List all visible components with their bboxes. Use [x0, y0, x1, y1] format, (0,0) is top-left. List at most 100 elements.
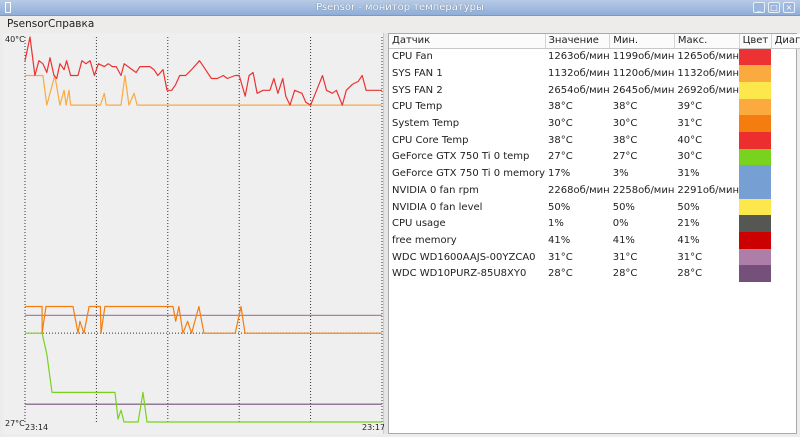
color-swatch[interactable]	[739, 215, 772, 233]
cell-color[interactable]	[739, 232, 772, 249]
cell-name: System Temp	[392, 118, 460, 130]
color-swatch[interactable]	[739, 265, 772, 283]
cell-color[interactable]	[739, 215, 772, 233]
col-max[interactable]: Макс.	[674, 34, 740, 49]
cell-value: 1%	[548, 218, 564, 230]
cell-color[interactable]	[739, 131, 772, 149]
menu-help[interactable]: Справка	[48, 18, 94, 30]
cell-max: 31°C	[677, 251, 703, 263]
cell-min: 38°C	[612, 101, 638, 113]
cell-color[interactable]	[739, 248, 772, 266]
cell-chart	[771, 232, 800, 249]
maximize-button[interactable]: □	[768, 2, 780, 13]
cell-name: WDC WD10PURZ-85U8XY0	[392, 268, 527, 280]
sensor-table: Датчик Значение Мин. Макс. Цвет Диаграмм…	[388, 33, 800, 434]
cell-color[interactable]	[739, 115, 772, 132]
table-row[interactable]: free memory 41% 41% 41%	[389, 232, 800, 249]
cell-name: CPU Fan	[392, 51, 433, 63]
cell-min: 28°C	[612, 268, 638, 280]
color-swatch[interactable]	[739, 232, 772, 249]
cell-color[interactable]	[739, 198, 772, 216]
cell-color[interactable]	[739, 182, 772, 199]
cell-value: 27°C	[548, 151, 573, 163]
cell-value: 1263об/мин	[548, 51, 610, 63]
sensor-graph: 40°C 27°C 23:14 23:17	[3, 33, 386, 434]
table-row[interactable]: NVIDIA 0 fan level 50% 50% 50%	[389, 198, 800, 216]
color-swatch[interactable]	[739, 198, 772, 216]
cell-name: NVIDIA 0 fan rpm	[392, 184, 479, 196]
col-color[interactable]: Цвет	[739, 34, 772, 49]
cell-color[interactable]	[739, 48, 772, 66]
cell-max: 40°C	[677, 134, 703, 146]
table-row[interactable]: CPU Core Temp 38°C 38°C 40°C ✓	[389, 131, 800, 149]
color-swatch[interactable]	[739, 165, 772, 182]
color-swatch[interactable]	[739, 65, 772, 82]
cell-color[interactable]	[739, 265, 772, 283]
color-swatch[interactable]	[739, 115, 772, 132]
cell-chart: ✓	[771, 249, 800, 266]
cell-min: 50%	[612, 201, 635, 213]
cell-chart	[771, 199, 800, 216]
menu-bar: Psensor Справка	[0, 16, 800, 33]
table-row[interactable]: SYS FAN 2 2654об/мин 2645об/мин 2692об/мин	[389, 81, 800, 99]
table-row[interactable]: System Temp 30°C 30°C 31°C ✓	[389, 115, 800, 132]
cell-value: 17%	[548, 168, 571, 180]
close-button[interactable]: ×	[783, 2, 795, 13]
cell-max: 31°C	[677, 118, 703, 130]
cell-name: NVIDIA 0 fan level	[392, 201, 483, 213]
cell-value: 31°C	[548, 251, 573, 263]
cell-min: 2258об/мин	[612, 184, 675, 196]
table-row[interactable]: NVIDIA 0 fan rpm 2268об/мин 2258об/мин 2291…	[389, 182, 800, 199]
cell-max: 30°C	[677, 151, 703, 163]
cell-color[interactable]	[739, 165, 772, 182]
cell-color[interactable]	[739, 81, 772, 99]
cell-color[interactable]	[739, 98, 772, 116]
col-sensor[interactable]: Датчик	[389, 34, 546, 49]
color-swatch[interactable]	[739, 131, 772, 149]
table-row[interactable]: CPU Temp 38°C 38°C 39°C ✓	[389, 98, 800, 116]
cell-max: 21%	[677, 218, 700, 230]
col-value[interactable]: Значение	[545, 34, 611, 49]
cell-min: 0%	[612, 218, 629, 230]
color-swatch[interactable]	[739, 98, 772, 116]
cell-value: 50%	[548, 201, 571, 213]
cell-chart: ✓	[771, 132, 800, 149]
title-bar: Psensor - монитор температуры _ □ ×	[0, 0, 800, 16]
table-row[interactable]: CPU Fan 1263об/мин 1199об/мин 1265об/мин	[389, 48, 800, 66]
color-swatch[interactable]	[739, 81, 772, 99]
color-swatch[interactable]	[739, 182, 772, 199]
color-swatch[interactable]	[739, 48, 772, 66]
y-min-label: 27°C	[5, 419, 25, 428]
cell-chart: ✓	[771, 149, 800, 166]
table-row[interactable]: SYS FAN 1 1132об/мин 1120об/мин 1132об/мин	[389, 65, 800, 82]
table-row[interactable]: CPU usage 1% 0% 21%	[389, 215, 800, 233]
cell-min: 2645об/мин	[612, 84, 675, 96]
table-row[interactable]: GeForce GTX 750 Ti 0 memory 17% 3% 31%	[389, 165, 800, 182]
minimize-button[interactable]: _	[753, 2, 765, 13]
color-swatch[interactable]	[739, 148, 772, 166]
cell-chart: ✓	[771, 115, 800, 132]
cell-chart	[771, 48, 800, 65]
cell-value: 1132об/мин	[548, 68, 610, 80]
table-row[interactable]: WDC WD10PURZ-85U8XY0 28°C 28°C 28°C ✓	[389, 265, 800, 283]
cell-max: 50%	[677, 201, 700, 213]
color-swatch[interactable]	[739, 248, 772, 266]
table-header: Датчик Значение Мин. Макс. Цвет Диаграмм…	[389, 34, 800, 49]
table-row[interactable]: GeForce GTX 750 Ti 0 temp 27°C 27°C 30°C ✓	[389, 148, 800, 166]
cell-color[interactable]	[739, 148, 772, 166]
cell-name: GeForce GTX 750 Ti 0 memory	[392, 168, 546, 180]
x-end-label: 23:17	[362, 423, 386, 432]
cell-name: SYS FAN 1	[392, 68, 443, 80]
cell-color[interactable]	[739, 65, 772, 82]
cell-chart: ✓	[771, 99, 800, 116]
cell-value: 38°C	[548, 134, 573, 146]
col-chart[interactable]: Диаграмма	[771, 34, 800, 49]
table-row[interactable]: WDC WD1600AAJS-00YZCA0 31°C 31°C 31°C ✓	[389, 248, 800, 266]
cell-value: 28°C	[548, 268, 573, 280]
cell-max: 1265об/мин	[677, 51, 740, 63]
cell-name: CPU Temp	[392, 101, 443, 113]
cell-min: 38°C	[612, 134, 638, 146]
cell-chart	[771, 65, 800, 82]
menu-psensor[interactable]: Psensor	[7, 18, 48, 30]
col-min[interactable]: Мин.	[609, 34, 675, 49]
